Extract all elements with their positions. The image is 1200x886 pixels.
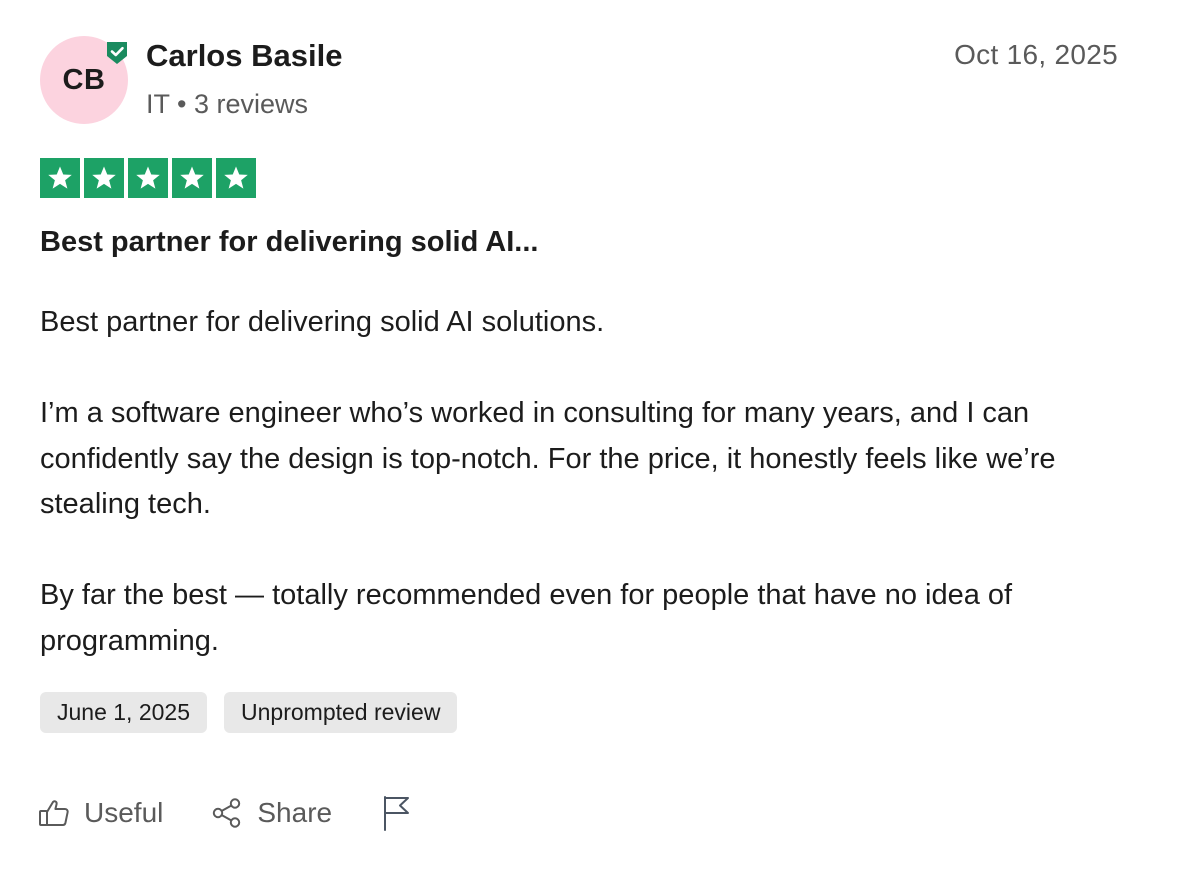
useful-button[interactable]: Useful [38,797,163,829]
review-actions: Useful Share [38,794,412,832]
star-icon [128,158,168,198]
star-icon [40,158,80,198]
flag-icon [382,794,412,832]
share-button[interactable]: Share [211,797,332,829]
thumbs-up-icon [38,798,70,828]
reviewer-meta: IT • 3 reviews [146,89,308,119]
share-icon [211,797,243,829]
experience-date-tag: June 1, 2025 [40,692,208,733]
review-tags: June 1, 2025 Unprompted review [40,692,458,733]
review-body: Best partner for delivering solid AI sol… [40,300,1130,710]
review-type-tag: Unprompted review [224,692,458,733]
review-paragraph: By far the best — totally recommended ev… [40,579,1013,657]
review-paragraph: Best partner for delivering solid AI sol… [40,306,605,338]
review-posted-date: Oct 16, 2025 [954,39,1118,70]
star-icon [172,158,212,198]
review-title: Best partner for delivering solid AI... [40,226,539,258]
star-icon [216,158,256,198]
star-rating [40,158,256,198]
review-card: CB Carlos Basile IT • 3 reviews Oct 16, … [0,0,1200,886]
avatar-initials: CB [62,63,106,96]
flag-button[interactable] [382,794,412,832]
share-label: Share [257,797,333,828]
verified-check-icon [104,40,130,66]
reviewer-name[interactable]: Carlos Basile [146,38,342,74]
useful-label: Useful [84,797,164,828]
review-paragraph: I’m a software engineer who’s worked in … [40,397,1056,520]
star-icon [84,158,124,198]
